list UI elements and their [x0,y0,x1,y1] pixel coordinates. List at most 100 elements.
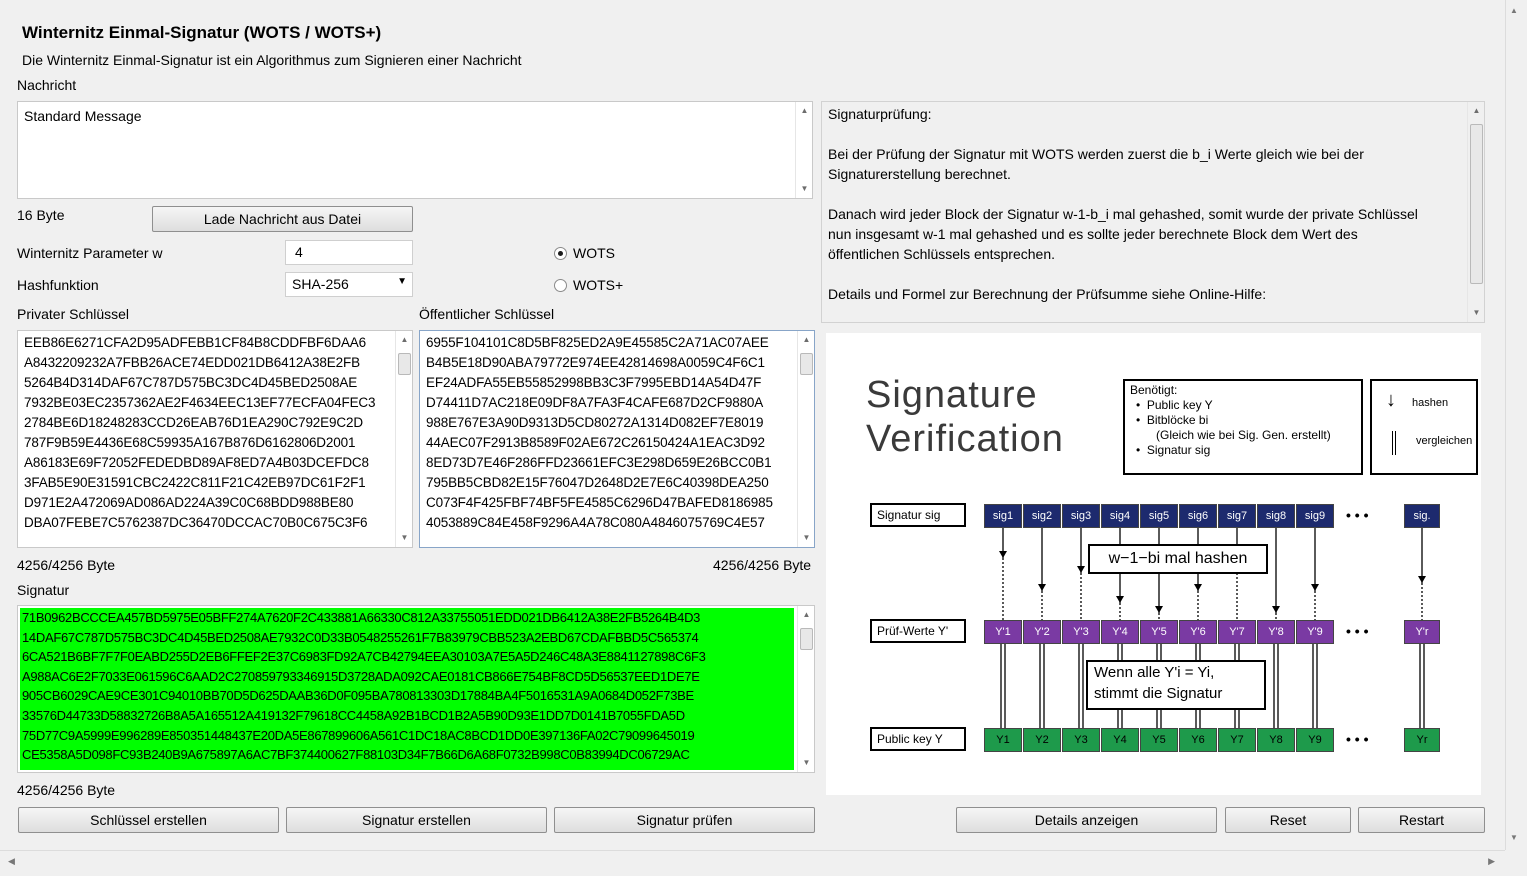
public-key-textarea[interactable]: 6955F104101C8D5BF825ED2A9E45585C2A71AC07… [419,330,815,548]
scroll-down-icon[interactable]: ▼ [396,531,412,545]
private-key-lines: EEB86E6271CFA2D95ADFEBB1CF84B8CDDFBF6DAA… [18,331,412,537]
scroll-down-icon[interactable]: ▼ [798,531,814,545]
dots-sig: • • • [1346,507,1369,523]
signature-scrollbar[interactable]: ▲ ▼ [797,606,814,772]
diagram-cell-last: Y'r [1404,620,1440,644]
signature-size: 4256/4256 Byte [17,782,116,798]
scroll-up-icon[interactable]: ▲ [1468,104,1484,118]
diagram-cell: Y'7 [1218,620,1256,644]
text-line: Signaturprüfung: [828,106,932,122]
window-hscrollbar[interactable]: ◀ ▶ [0,850,1505,876]
diagram-cell: sig7 [1218,504,1256,528]
text-line: 3FAB5E90E31591CBC2422C811F21C42EB97DC61F… [24,475,366,490]
verify-signature-button[interactable]: Signatur prüfen [554,807,815,833]
radio-wots-label: WOTS [573,245,615,261]
text-line: 14DAF67C787D575BC3DC4D45BED2508AE7932C0D… [22,629,699,645]
scroll-thumb[interactable] [800,353,813,375]
row-check-label: Prüf-Werte Y' [870,619,966,643]
private-key-textarea[interactable]: EEB86E6271CFA2D95ADFEBB1CF84B8CDDFBF6DAA… [17,330,413,548]
text-line: 988E767E3A90D9313D5CD80272A1314D082EF7E8… [426,415,764,430]
public-key-scrollbar[interactable]: ▲ ▼ [797,331,814,547]
window-vscrollbar[interactable]: ▲ ▼ [1505,0,1527,850]
scroll-down-icon[interactable]: ▼ [1510,833,1518,842]
scroll-up-icon[interactable]: ▲ [798,608,814,622]
text-line: 7932BE03EC2357362AE2F4634EEC13EF77ECFA04… [24,395,376,410]
diagram-cell: Y'3 [1062,620,1100,644]
scroll-up-icon[interactable]: ▲ [396,333,412,347]
text-line: C073F4F425FBF74BF5FE4585C6296D47BAFED818… [426,495,773,510]
text-line: B4B5E18D90ABA79772E974EE42814698A0059C4F… [426,355,765,370]
text-line: 8ED73D7E46F286FFD23661EFC3E298D659E26BCC… [426,455,772,470]
private-key-size: 4256/4256 Byte [17,557,116,573]
diagram-cell-last: sig. [1404,504,1440,528]
info-text: Signaturprüfung: Bei der Prüfung der Sig… [822,102,1484,306]
scroll-down-icon[interactable]: ▼ [1468,306,1484,320]
page-title: Winternitz Einmal-Signatur (WOTS / WOTS+… [22,23,382,42]
scroll-thumb[interactable] [1470,124,1483,284]
diagram-cell: Y1 [984,728,1022,752]
info-scrollbar[interactable]: ▲ ▼ [1467,102,1484,322]
w-param-input[interactable]: 4 [285,240,413,265]
hash-select[interactable]: SHA-256 ▼ [285,272,413,297]
arrow-head-icon [1077,566,1085,573]
diagram-cell: Y6 [1179,728,1217,752]
restart-button[interactable]: Restart [1358,807,1485,833]
diagram-cell: Y'6 [1179,620,1217,644]
load-message-button[interactable]: Lade Nachricht aus Datei [152,206,413,232]
text-line: 2784BE6D18248283CCD26EAB76D1EA290C792E9C… [24,415,363,430]
private-key-scrollbar[interactable]: ▲ ▼ [395,331,412,547]
scroll-thumb[interactable] [800,628,813,650]
scroll-up-icon[interactable]: ▲ [798,333,814,347]
text-line: DBA07FEBE7C5762387DC36470DCCAC70B0C675C3… [24,515,368,530]
reset-button[interactable]: Reset [1225,807,1351,833]
compare-note: Wenn alle Y'i = Yi, stimmt die Signatur [1086,660,1266,710]
text-line: A8432209232A7FBB26ACE74EDD021DB6412A38E2… [24,355,360,370]
create-keys-button[interactable]: Schlüssel erstellen [18,807,279,833]
text-line: 75D77C9A5999E996289E850351448437E20DA5E8… [22,727,695,743]
radio-wotsplus-label: WOTS+ [573,277,624,293]
arrow-head-icon [1038,584,1046,591]
text-line: 6CA521B6BF7F7F0EABD255D2EB6FFEF2E37C6983… [22,649,706,665]
message-textarea[interactable]: Standard Message ▲ ▼ [17,101,813,199]
diagram-cell: sig5 [1140,504,1178,528]
text-line: 6955F104101C8D5BF825ED2A9E45585C2A71AC07… [426,335,769,350]
diagram-cell: sig6 [1179,504,1217,528]
text-line: A988AC6E2F7033E061596C6AAD2C270859793346… [22,668,700,684]
scroll-down-icon[interactable]: ▼ [796,182,812,196]
scroll-down-icon[interactable]: ▼ [798,756,814,770]
scroll-up-icon[interactable]: ▲ [796,104,812,118]
info-panel[interactable]: Signaturprüfung: Bei der Prüfung der Sig… [821,101,1485,323]
radio-wotsplus[interactable] [554,279,567,292]
text-line: D971E2A472069AD086AD224A39C0C68BDD988BE8… [24,495,354,510]
diagram-cell: Y'1 [984,620,1022,644]
diagram-cell: sig9 [1296,504,1334,528]
text-line: CE5358A5D098FC93B240B9A675897A6AC7BF3744… [22,747,690,763]
scroll-left-icon[interactable]: ◀ [8,856,15,867]
radio-wots[interactable] [554,247,567,260]
text-line [828,264,1478,284]
message-scrollbar[interactable]: ▲ ▼ [795,102,812,198]
signature-textarea[interactable]: 71B0962BCCCEA457BD5975E05BFF274A7620F2C4… [17,605,815,773]
row-pub-label: Public key Y [870,727,966,751]
verification-diagram: Signature Verification Benötigt: • Publi… [826,333,1481,795]
text-line: 5264B4D314DAF67C787D575BC3DC4D45BED2508A… [24,375,358,390]
text-line: 71B0962BCCCEA457BD5975E05BFF274A7620F2C4… [22,610,701,625]
create-signature-button[interactable]: Signatur erstellen [286,807,547,833]
details-button[interactable]: Details anzeigen [956,807,1217,833]
text-line: 4053889C84E458F9296A4A78C080A4846075769C… [426,515,765,530]
scroll-up-icon[interactable]: ▲ [1510,6,1518,15]
public-key-label: Öffentlicher Schlüssel [419,306,555,322]
diagram-cell: sig4 [1101,504,1139,528]
scroll-right-icon[interactable]: ▶ [1488,856,1495,867]
diagram-cell: Y7 [1218,728,1256,752]
text-line: 44AEC07F2913B8589F02AE672C26150424A1EAC3… [426,435,765,450]
text-line: Details und Formel zur Berechnung der Pr… [828,286,1267,302]
text-line: A86183E69F72052FEDEDBD89AF8ED7A4B03DCEFD… [24,455,369,470]
private-key-label: Privater Schlüssel [17,306,130,322]
text-line: EF24ADFA55EB55852998BB3C3F7995EBD14A54D4… [426,375,762,390]
dots-pub: • • • [1346,731,1369,747]
scroll-thumb[interactable] [398,353,411,375]
diagram-cell: sig2 [1023,504,1061,528]
dots-check: • • • [1346,623,1369,639]
public-key-size: 4256/4256 Byte [713,557,812,573]
